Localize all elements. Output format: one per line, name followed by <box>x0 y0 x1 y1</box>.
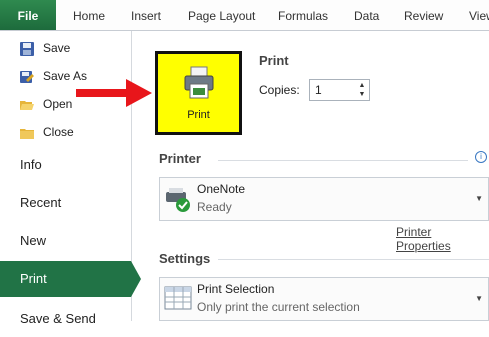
print-what-dropdown[interactable]: Print Selection Only print the current s… <box>159 277 489 321</box>
nav-item-print-label: Print <box>20 271 47 286</box>
tab-data[interactable]: Data <box>354 0 379 30</box>
print-button[interactable]: Print <box>155 51 242 135</box>
copies-label: Copies: <box>259 83 300 97</box>
nav-item-info[interactable]: Info <box>0 147 130 183</box>
tab-page-layout[interactable]: Page Layout <box>188 0 255 30</box>
dropdown-arrow-icon: ▼ <box>475 294 483 303</box>
save-as-icon <box>19 68 35 84</box>
nav-open-label: Open <box>43 97 73 111</box>
tab-view[interactable]: View <box>469 0 489 30</box>
copies-stepper[interactable]: 1 ▲ ▼ <box>309 79 370 101</box>
nav-item-save-send[interactable]: Save & Send <box>0 301 130 337</box>
chevron-up-icon[interactable]: ▲ <box>357 81 367 90</box>
printer-dropdown[interactable]: OneNote Ready ▼ <box>159 177 489 221</box>
nav-close[interactable]: Close <box>0 119 130 145</box>
nav-item-recent[interactable]: Recent <box>0 185 130 221</box>
nav-item-recent-label: Recent <box>20 195 62 210</box>
tab-review[interactable]: Review <box>404 0 443 30</box>
printer-section-title: Printer <box>159 151 201 166</box>
nav-save[interactable]: Save <box>0 35 130 61</box>
tab-insert[interactable]: Insert <box>131 0 161 30</box>
sheet-selection-icon <box>164 286 192 310</box>
folder-open-icon <box>19 96 35 112</box>
printer-status: Ready <box>197 200 232 214</box>
ribbon-tab-bar: File Home Insert Page Layout Formulas Da… <box>0 0 489 31</box>
backstage-nav: Save Save As Open Close Info Recent New … <box>0 31 141 326</box>
nav-item-info-label: Info <box>20 157 42 172</box>
save-icon <box>19 40 35 56</box>
nav-save-label: Save <box>43 41 71 55</box>
nav-item-new[interactable]: New <box>0 223 130 259</box>
printer-name: OneNote <box>197 182 246 196</box>
nav-item-print[interactable]: Print <box>0 261 141 297</box>
printer-device-icon <box>166 188 190 212</box>
settings-divider <box>218 259 489 260</box>
print-button-label: Print <box>187 109 210 121</box>
printer-divider <box>218 160 468 161</box>
print-panel: Print Print Copies: 1 ▲ ▼ Printer i OneN… <box>132 31 489 321</box>
nav-item-new-label: New <box>20 233 47 248</box>
chevron-down-icon[interactable]: ▼ <box>357 90 367 99</box>
settings-option-title: Print Selection <box>197 282 275 296</box>
tab-home[interactable]: Home <box>73 0 105 30</box>
dropdown-arrow-icon: ▼ <box>475 194 483 203</box>
printer-properties-link[interactable]: Printer Properties <box>396 225 489 253</box>
copies-value: 1 <box>315 83 322 97</box>
settings-option-desc: Only print the current selection <box>197 300 360 314</box>
folder-close-icon <box>19 124 35 140</box>
tab-formulas[interactable]: Formulas <box>278 0 328 30</box>
info-icon[interactable]: i <box>475 151 487 163</box>
settings-section-title: Settings <box>159 251 211 266</box>
nav-item-save-send-label: Save & Send <box>20 311 96 326</box>
printer-icon <box>184 66 214 99</box>
tab-file[interactable]: File <box>0 0 56 30</box>
print-section-title: Print <box>259 53 289 68</box>
nav-close-label: Close <box>43 125 74 139</box>
